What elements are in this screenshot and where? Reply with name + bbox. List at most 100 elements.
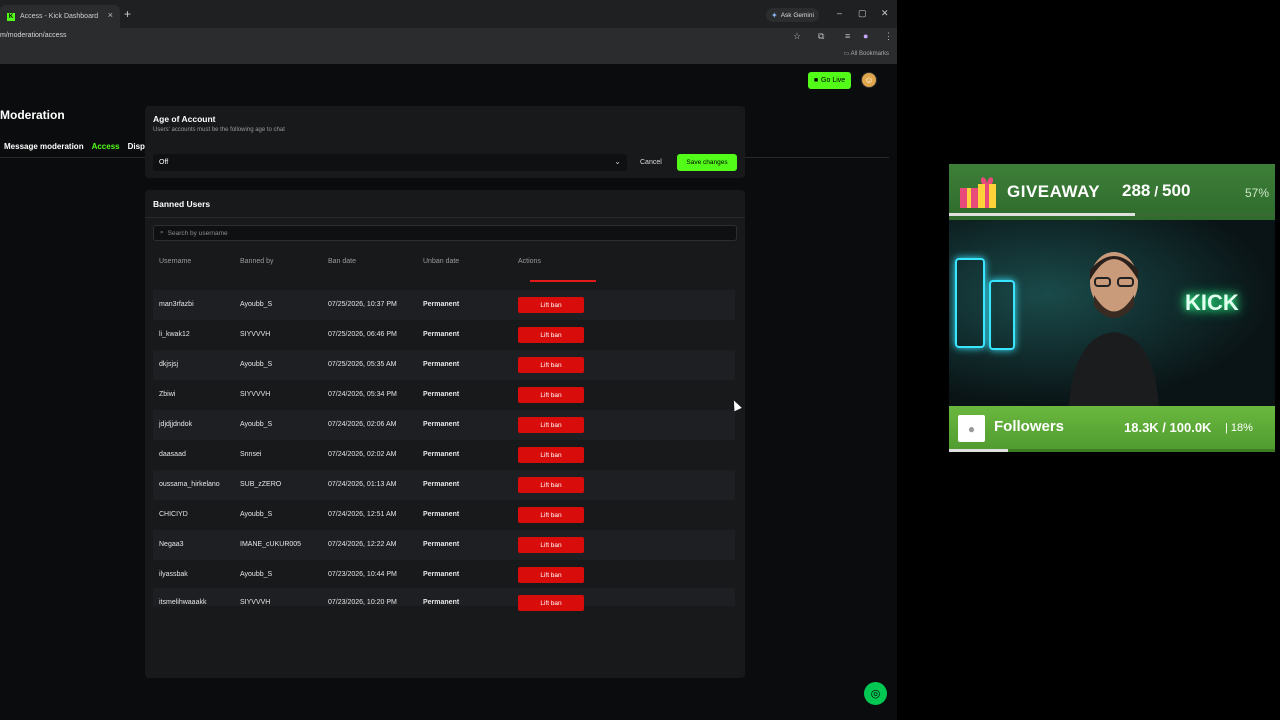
bookmark-star-icon[interactable]: ☆: [793, 31, 801, 42]
tab-bar: K Access - Kick Dashboard × + ✦ Ask Gemi…: [0, 0, 897, 28]
table-row: li_kwak12 SIYVVVH 07/25/2026, 06:46 PM Perm…: [153, 320, 735, 350]
chevron-down-icon: ⌄: [614, 157, 621, 166]
url-text[interactable]: m/moderation/access: [0, 32, 67, 39]
giveaway-banner: GIVEAWAY 288 / 500 57%: [949, 164, 1275, 220]
table-row: Zbiwi SIYVVVH 07/24/2026, 05:34 PM Permanen…: [153, 380, 735, 410]
maximize-icon[interactable]: ▢: [858, 8, 867, 19]
giveaway-percent: 57%: [1245, 186, 1270, 200]
lift-ban-button[interactable]: Lift ban: [518, 357, 584, 373]
lift-ban-button[interactable]: Lift ban: [518, 595, 584, 611]
followers-progress: [949, 449, 1275, 452]
go-live-label: Go Live: [821, 77, 846, 84]
divider: [145, 217, 745, 218]
new-tab-icon[interactable]: +: [124, 7, 131, 21]
lift-ban-button[interactable]: Lift ban: [518, 447, 584, 463]
search-input[interactable]: ⌕ Search by username: [153, 225, 737, 241]
ban-date-cell: 07/24/2026, 05:34 PM: [328, 391, 397, 398]
username-cell[interactable]: daasaad: [159, 451, 186, 458]
table-row: ilyassbak Ayoubb_S 07/23/2026, 10:44 PM Per…: [153, 560, 735, 590]
followers-label: Followers: [994, 418, 1065, 435]
unban-date-cell: Permanent: [423, 361, 460, 368]
username-cell[interactable]: Negaa3: [159, 541, 184, 548]
browser-window: K Access - Kick Dashboard × + ✦ Ask Gemi…: [0, 0, 897, 720]
banned-by-cell: Ayoubb_S: [240, 301, 273, 308]
username-cell[interactable]: itsmelihwaaakk: [159, 599, 206, 606]
lift-ban-button[interactable]: Lift ban: [518, 507, 584, 523]
giveaway-label: GIVEAWAY: [1007, 182, 1101, 201]
username-cell[interactable]: jdjdjjdndok: [159, 421, 192, 428]
ban-date-cell: 07/24/2026, 12:22 AM: [328, 541, 397, 548]
table-row: CHICIYD Ayoubb_S 07/24/2026, 12:51 AM Perma…: [153, 500, 735, 530]
media-icon[interactable]: ≡: [845, 31, 850, 41]
tab-close-icon[interactable]: ×: [108, 10, 113, 20]
ban-date-cell: 07/24/2026, 01:13 AM: [328, 481, 397, 488]
giveaway-progress-fill: [949, 213, 1135, 216]
account-age-select[interactable]: Off ⌄: [153, 154, 627, 171]
extensions-icon[interactable]: ⧉: [818, 31, 824, 42]
save-changes-button[interactable]: Save changes: [677, 154, 737, 171]
all-bookmarks[interactable]: ▭ All Bookmarks: [844, 50, 889, 57]
unban-date-cell: Permanent: [423, 541, 460, 548]
column-header[interactable]: Username: [159, 258, 191, 265]
banned-card-title: Banned Users: [153, 199, 211, 209]
giveaway-progress: [949, 213, 1275, 216]
tab-message-moderation[interactable]: Message moderation: [4, 142, 84, 151]
age-card-title: Age of Account: [153, 114, 216, 124]
ban-date-cell: 07/24/2026, 12:51 AM: [328, 511, 397, 518]
table-header: Username Banned by Ban date Unban date A…: [153, 258, 737, 270]
table-row: dkjsjsj Ayoubb_S 07/25/2026, 05:35 AM Perma…: [153, 350, 735, 380]
unban-date-cell: Permanent: [423, 571, 460, 578]
stream-overlay: GIVEAWAY 288 / 500 57% KICK ● Followers …: [949, 164, 1275, 452]
all-bookmarks-label: All Bookmarks: [850, 51, 889, 57]
neon-light: [989, 280, 1015, 350]
profile-icon[interactable]: ●: [863, 31, 868, 41]
lift-ban-button[interactable]: Lift ban: [518, 417, 584, 433]
banned-by-cell: Ayoubb_S: [240, 571, 273, 578]
table-row: man3rfazbi Ayoubb_S 07/25/2026, 10:37 PM Pe…: [153, 290, 735, 320]
minimize-icon[interactable]: –: [837, 8, 842, 18]
neon-sign: KICK: [1185, 290, 1239, 315]
banned-by-cell: Snnsei: [240, 451, 262, 458]
banned-by-cell: SIYVVVH: [240, 391, 271, 398]
menu-icon[interactable]: ⋮: [884, 31, 893, 42]
banned-by-cell: SIYVVVH: [240, 331, 271, 338]
support-chat-icon[interactable]: ◎: [864, 682, 887, 705]
lift-ban-button[interactable]: Lift ban: [518, 537, 584, 553]
banned-by-cell: IMANE_cUKUR005: [240, 541, 302, 548]
table-row: jdjdjjdndok Ayoubb_S 07/24/2026, 02:06 AM P…: [153, 410, 735, 440]
username-cell[interactable]: li_kwak12: [159, 331, 190, 338]
moderation-tabs: Message moderation Access Display: [4, 142, 156, 151]
column-header[interactable]: Ban date: [328, 258, 356, 265]
column-header[interactable]: Unban date: [423, 258, 459, 265]
lift-ban-button[interactable]: Lift ban: [518, 327, 584, 343]
avatar[interactable]: ☺: [861, 72, 877, 88]
lift-ban-button[interactable]: Lift ban: [518, 567, 584, 583]
lift-ban-button[interactable]: Lift ban: [518, 387, 584, 403]
go-live-button[interactable]: ■ Go Live: [808, 72, 851, 89]
tab-access[interactable]: Access: [92, 142, 120, 151]
close-window-icon[interactable]: ✕: [881, 8, 889, 19]
gemini-label: Ask Gemini: [780, 11, 814, 19]
followers-percent: | 18%: [1225, 422, 1253, 434]
banned-by-cell: SUB_zZERO: [240, 481, 282, 488]
unban-date-cell: Permanent: [423, 511, 460, 518]
ask-gemini-button[interactable]: ✦ Ask Gemini: [766, 8, 819, 22]
browser-tab[interactable]: K Access - Kick Dashboard ×: [0, 5, 120, 28]
username-cell[interactable]: oussama_hirkelano: [159, 481, 220, 488]
followers-count: 18.3K / 100.0K: [1124, 420, 1212, 435]
username-cell[interactable]: Zbiwi: [159, 391, 175, 398]
ban-date-cell: 07/23/2026, 10:44 PM: [328, 571, 397, 578]
address-bar[interactable]: m/moderation/access ☆ ⧉ ≡ ● ⋮: [0, 28, 897, 46]
username-cell[interactable]: CHICIYD: [159, 511, 188, 518]
lift-ban-button[interactable]: Lift ban: [518, 477, 584, 493]
ban-date-cell: 07/25/2026, 10:37 PM: [328, 301, 397, 308]
webcam-feed: KICK: [949, 220, 1275, 406]
column-header[interactable]: Banned by: [240, 258, 273, 265]
lift-ban-button[interactable]: Lift ban: [518, 297, 584, 313]
username-cell[interactable]: ilyassbak: [159, 571, 188, 578]
username-cell[interactable]: dkjsjsj: [159, 361, 178, 368]
unban-date-cell: Permanent: [423, 481, 460, 488]
username-cell[interactable]: man3rfazbi: [159, 301, 194, 308]
folder-icon: ▭: [843, 51, 851, 57]
cancel-button[interactable]: Cancel: [640, 154, 662, 171]
